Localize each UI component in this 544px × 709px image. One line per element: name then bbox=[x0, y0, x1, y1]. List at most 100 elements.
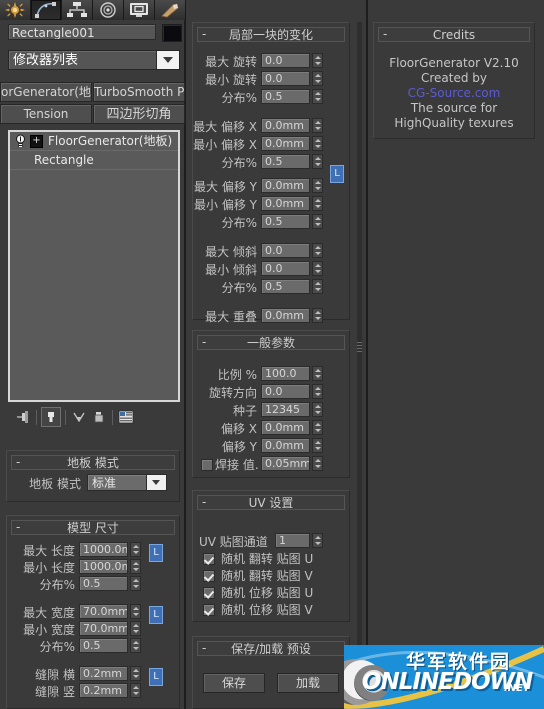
min-tilt-input[interactable]: 0.0 bbox=[261, 261, 310, 276]
min-width-input[interactable]: 70.0mm bbox=[79, 621, 128, 636]
weld-value-spinner[interactable]: 0.05mm bbox=[261, 456, 323, 471]
object-name-input[interactable]: Rectangle001 bbox=[8, 24, 156, 40]
rollout-header-credits[interactable]: - Credits bbox=[378, 27, 530, 42]
scale-percent-spinner[interactable]: 100.0 bbox=[261, 366, 323, 381]
utilities-tab[interactable] bbox=[155, 0, 186, 20]
spinner-arrows-icon[interactable] bbox=[312, 384, 323, 399]
offset-y-distribution-input[interactable]: 0.5 bbox=[261, 214, 310, 229]
min-tilt-spinner[interactable]: 0.0 bbox=[261, 261, 323, 276]
min-rotation-input[interactable]: 0.0 bbox=[261, 71, 310, 86]
spinner-arrows-icon[interactable] bbox=[312, 89, 323, 104]
weld-value-input[interactable]: 0.05mm bbox=[261, 456, 310, 471]
min-offset-x-spinner[interactable]: 0.0mm bbox=[261, 136, 323, 151]
max-rotation-spinner[interactable]: 0.0 bbox=[261, 53, 323, 68]
width-lock-button[interactable]: L bbox=[149, 606, 163, 624]
make-unique-icon[interactable] bbox=[70, 408, 88, 426]
spinner-arrows-icon[interactable] bbox=[312, 279, 323, 294]
min-rotation-spinner[interactable]: 0.0 bbox=[261, 71, 323, 86]
collapse-icon[interactable]: - bbox=[16, 455, 20, 469]
length-distribution-input[interactable]: 0.5 bbox=[79, 576, 128, 591]
rotation-distribution-spinner[interactable]: 0.5 bbox=[261, 89, 323, 104]
credits-site-link[interactable]: CG-Source.com bbox=[374, 86, 534, 101]
create-tab[interactable] bbox=[0, 0, 31, 20]
collapse-icon[interactable]: - bbox=[202, 641, 206, 655]
tilt-distribution-input[interactable]: 0.5 bbox=[261, 279, 310, 294]
spinner-arrows-icon[interactable] bbox=[130, 559, 141, 574]
max-offset-x-spinner[interactable]: 0.0mm bbox=[261, 118, 323, 133]
collapse-icon[interactable]: - bbox=[202, 495, 206, 509]
spinner-arrows-icon[interactable] bbox=[130, 683, 141, 698]
spinner-arrows-icon[interactable] bbox=[312, 243, 323, 258]
rollout-header-save-load-preset[interactable]: - 保存/加载 预设 bbox=[197, 641, 345, 656]
min-length-input[interactable]: 1000.0mm bbox=[79, 559, 128, 574]
floorgenerator-button[interactable]: orGenerator(地板 bbox=[0, 82, 92, 102]
configure-modifier-sets-icon[interactable] bbox=[117, 408, 135, 426]
max-overlap-spinner[interactable]: 0.0mm bbox=[261, 308, 323, 323]
max-offset-x-input[interactable]: 0.0mm bbox=[261, 118, 310, 133]
collapse-icon[interactable]: - bbox=[16, 520, 20, 534]
min-offset-y-spinner[interactable]: 0.0mm bbox=[261, 196, 323, 211]
display-tab[interactable] bbox=[124, 0, 155, 20]
spinner-arrows-icon[interactable] bbox=[312, 438, 323, 453]
hierarchy-tab[interactable] bbox=[62, 0, 93, 20]
length-distribution-spinner[interactable]: 0.5 bbox=[79, 576, 141, 591]
object-color-swatch[interactable] bbox=[162, 24, 182, 42]
min-width-spinner[interactable]: 70.0mm bbox=[79, 621, 141, 636]
offset-lock-button[interactable]: L bbox=[330, 165, 344, 183]
spinner-arrows-icon[interactable] bbox=[130, 621, 141, 636]
spinner-arrows-icon[interactable] bbox=[130, 666, 141, 681]
rollout-header-general-parameters[interactable]: - 一般参数 bbox=[197, 335, 345, 350]
width-distribution-spinner[interactable]: 0.5 bbox=[79, 638, 141, 653]
expand-plus-icon[interactable]: + bbox=[30, 134, 43, 148]
max-width-input[interactable]: 70.0mm bbox=[79, 604, 128, 619]
spinner-arrows-icon[interactable] bbox=[312, 402, 323, 417]
gap-lock-button[interactable]: L bbox=[149, 668, 163, 686]
rotation-distribution-input[interactable]: 0.5 bbox=[261, 89, 310, 104]
floor-mode-dropdown[interactable]: 标准 bbox=[87, 474, 167, 491]
uv-map-channel-input[interactable]: 1 bbox=[275, 533, 310, 548]
spinner-arrows-icon[interactable] bbox=[312, 261, 323, 276]
max-tilt-spinner[interactable]: 0.0 bbox=[261, 243, 323, 258]
spinner-arrows-icon[interactable] bbox=[312, 533, 323, 548]
light-bulb-icon[interactable] bbox=[14, 134, 27, 148]
tension-button[interactable]: Tension bbox=[0, 104, 92, 124]
collapse-icon[interactable]: - bbox=[202, 335, 206, 349]
spinner-arrows-icon[interactable] bbox=[312, 420, 323, 435]
offset-y-spinner[interactable]: 0.0mm bbox=[261, 438, 323, 453]
quad-chamfer-button[interactable]: 四边形切角 bbox=[93, 104, 185, 124]
random-flip-map-u-checkbox[interactable] bbox=[203, 553, 215, 565]
spinner-arrows-icon[interactable] bbox=[312, 308, 323, 323]
random-offset-map-u-checkbox[interactable] bbox=[203, 587, 215, 599]
spinner-arrows-icon[interactable] bbox=[312, 118, 323, 133]
modifier-stack[interactable]: + FloorGenerator(地板) Rectangle bbox=[8, 130, 180, 402]
spinner-arrows-icon[interactable] bbox=[312, 178, 323, 193]
spinner-arrows-icon[interactable] bbox=[312, 456, 323, 471]
max-overlap-input[interactable]: 0.0mm bbox=[261, 308, 310, 323]
stack-item-rectangle[interactable]: Rectangle bbox=[10, 151, 178, 170]
pin-stack-icon[interactable] bbox=[14, 408, 32, 426]
collapse-icon[interactable]: - bbox=[383, 27, 387, 41]
spinner-arrows-icon[interactable] bbox=[312, 214, 323, 229]
scrollbar-grip[interactable] bbox=[357, 340, 362, 356]
min-length-spinner[interactable]: 1000.0mm bbox=[79, 559, 141, 574]
save-preset-button[interactable]: 保存 bbox=[203, 673, 265, 693]
width-distribution-input[interactable]: 0.5 bbox=[79, 638, 128, 653]
seed-spinner[interactable]: 12345 bbox=[261, 402, 323, 417]
offset-y-input[interactable]: 0.0mm bbox=[261, 438, 310, 453]
gap-vertical-spinner[interactable]: 0.2mm bbox=[79, 683, 141, 698]
offset-x-input[interactable]: 0.0mm bbox=[261, 420, 310, 435]
spinner-arrows-icon[interactable] bbox=[312, 196, 323, 211]
tilt-distribution-spinner[interactable]: 0.5 bbox=[261, 279, 323, 294]
offset-x-spinner[interactable]: 0.0mm bbox=[261, 420, 323, 435]
panel-scrollbar[interactable] bbox=[357, 22, 362, 709]
random-offset-map-v-checkbox[interactable] bbox=[203, 604, 215, 616]
max-offset-y-input[interactable]: 0.0mm bbox=[261, 178, 310, 193]
offset-x-distribution-input[interactable]: 0.5 bbox=[261, 154, 310, 169]
max-length-spinner[interactable]: 1000.0mm bbox=[79, 542, 141, 557]
max-tilt-input[interactable]: 0.0 bbox=[261, 243, 310, 258]
show-end-result-icon[interactable] bbox=[41, 407, 61, 427]
offset-y-distribution-spinner[interactable]: 0.5 bbox=[261, 214, 323, 229]
spinner-arrows-icon[interactable] bbox=[312, 71, 323, 86]
gap-horizontal-input[interactable]: 0.2mm bbox=[79, 666, 128, 681]
offset-x-distribution-spinner[interactable]: 0.5 bbox=[261, 154, 323, 169]
